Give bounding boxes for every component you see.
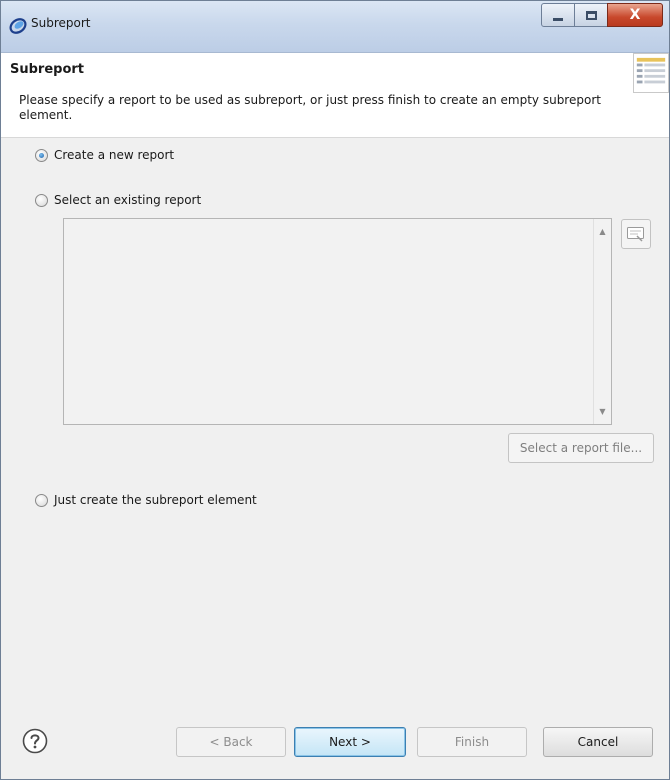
maximize-icon <box>585 10 597 20</box>
page-description: Please specify a report to be used as su… <box>19 93 601 122</box>
wizard-banner-icon <box>633 53 669 93</box>
window-title: Subreport <box>31 16 91 30</box>
finish-button[interactable]: Finish <box>417 727 527 757</box>
close-icon: X <box>629 7 641 23</box>
browse-workspace-icon <box>627 227 644 242</box>
cancel-button[interactable]: Cancel <box>543 727 653 757</box>
maximize-button[interactable] <box>574 3 608 27</box>
title-bar[interactable]: Subreport X <box>1 1 669 53</box>
radio-button[interactable] <box>35 493 48 507</box>
subreport-dialog: Subreport X Subreport Please specify a r… <box>0 0 670 780</box>
radio-create-new[interactable]: Create a new report <box>35 148 174 162</box>
radio-select-existing-label: Select an existing report <box>54 193 202 207</box>
help-icon <box>22 728 48 754</box>
radio-just-create[interactable]: Just create the subreport element <box>35 493 257 507</box>
radio-button[interactable] <box>35 148 48 162</box>
close-button[interactable]: X <box>607 3 663 27</box>
minimize-button[interactable] <box>541 3 575 27</box>
radio-select-existing[interactable]: Select an existing report <box>35 193 201 207</box>
help-button[interactable] <box>21 727 49 755</box>
radio-create-new-label: Create a new report <box>54 148 175 162</box>
wizard-header: Subreport Please specify a report to be … <box>1 53 669 138</box>
back-button[interactable]: < Back <box>176 727 286 757</box>
minimize-icon <box>553 17 563 21</box>
report-list[interactable]: ▲ ▼ <box>63 218 612 425</box>
page-title: Subreport <box>10 62 85 77</box>
scroll-down-arrow-icon[interactable]: ▼ <box>594 403 611 420</box>
radio-just-create-label: Just create the subreport element <box>54 493 257 507</box>
vertical-scrollbar[interactable]: ▲ ▼ <box>593 219 611 424</box>
eclipse-icon <box>9 18 27 34</box>
browse-workspace-button[interactable] <box>621 219 651 249</box>
next-button[interactable]: Next > <box>294 727 406 757</box>
scroll-up-arrow-icon[interactable]: ▲ <box>594 223 611 240</box>
radio-button[interactable] <box>35 193 48 207</box>
select-report-file-button[interactable]: Select a report file... <box>508 433 654 463</box>
